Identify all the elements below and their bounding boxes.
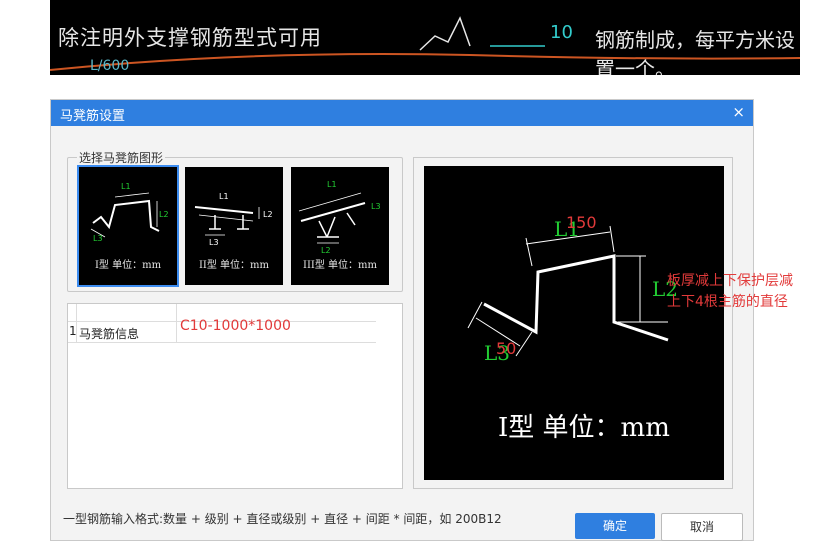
type2-label-l3: L3 [209, 238, 219, 247]
type2-label-l2: L2 [263, 210, 273, 219]
cad-note-text: 除注明外支撑钢筋型式可用 [58, 26, 322, 50]
preview-caption: I型 单位：mm [498, 413, 670, 443]
close-icon[interactable]: × [732, 103, 745, 121]
type3-label-l1: L1 [327, 180, 337, 189]
type1-label-l1: L1 [121, 182, 131, 191]
shape-option-type3[interactable]: L1 L2 L3 III型 单位：mm [291, 167, 389, 285]
shape-group-label: 选择马凳筋图形 [77, 149, 166, 166]
shape-option-type1[interactable]: L1 L2 L3 I型 单位：mm [77, 165, 179, 287]
cancel-button[interactable]: 取消 [661, 513, 743, 541]
type3-label-l3: L3 [371, 202, 381, 211]
type3-label-l2: L2 [321, 246, 331, 255]
table-row[interactable]: 1 马凳筋信息 C10-1000*1000 [68, 318, 376, 343]
dialog-titlebar[interactable]: 马凳筋设置 × [51, 100, 753, 126]
input-format-hint: 一型钢筋输入格式:数量 + 级别 + 直径或级别 + 直径 + 间距 * 间距，… [63, 512, 502, 526]
preview-drawing: L1 150 L2 L3 50 I型 单位：mm [467, 213, 678, 443]
row-property-value[interactable]: C10-1000*1000 [180, 318, 291, 334]
header-cell-name [76, 304, 177, 321]
preview-l1-value: 150 [566, 213, 597, 232]
annotation-line-2: 上下4根主筋的直径 [667, 294, 788, 310]
cad-dimension: 10 [550, 22, 573, 43]
cad-scale-text: L/600 [90, 58, 130, 74]
shape-preview: L1 150 L2 L3 50 I型 单位：mm [424, 166, 724, 480]
row-divider [176, 322, 177, 342]
type2-caption: II型 单位：mm [198, 260, 270, 271]
row-divider [76, 322, 77, 342]
property-table: 1 马凳筋信息 C10-1000*1000 [67, 303, 403, 489]
type1-label-l2: L2 [159, 210, 169, 219]
dialog-title: 马凳筋设置 [60, 109, 126, 124]
annotation-line-1: 板厚减上下保护层减 [667, 273, 793, 289]
type2-label-l1: L1 [219, 192, 229, 201]
ok-button[interactable]: 确定 [575, 513, 655, 539]
type1-caption: I型 单位：mm [94, 260, 162, 271]
cad-note-right: 钢筋制成，每平方米设置一个。 [595, 28, 795, 75]
cad-background: 除注明外支撑钢筋型式可用 10 钢筋制成，每平方米设置一个。 L/600 [50, 0, 800, 75]
row-property-name: 马凳筋信息 [79, 327, 140, 341]
preview-l3-value: 50 [496, 339, 516, 358]
type1-label-l3: L3 [93, 234, 103, 243]
type3-caption: III型 单位：mm [303, 260, 377, 271]
stool-bar-settings-dialog: 马凳筋设置 × 选择马凳筋图形 L1 L2 L3 I型 单位：mm L1 L2 … [50, 99, 754, 541]
shape-option-type2[interactable]: L1 L2 L3 II型 单位：mm [185, 167, 283, 285]
red-annotation: 板厚减上下保护层减 上下4根主筋的直径 [667, 271, 827, 313]
